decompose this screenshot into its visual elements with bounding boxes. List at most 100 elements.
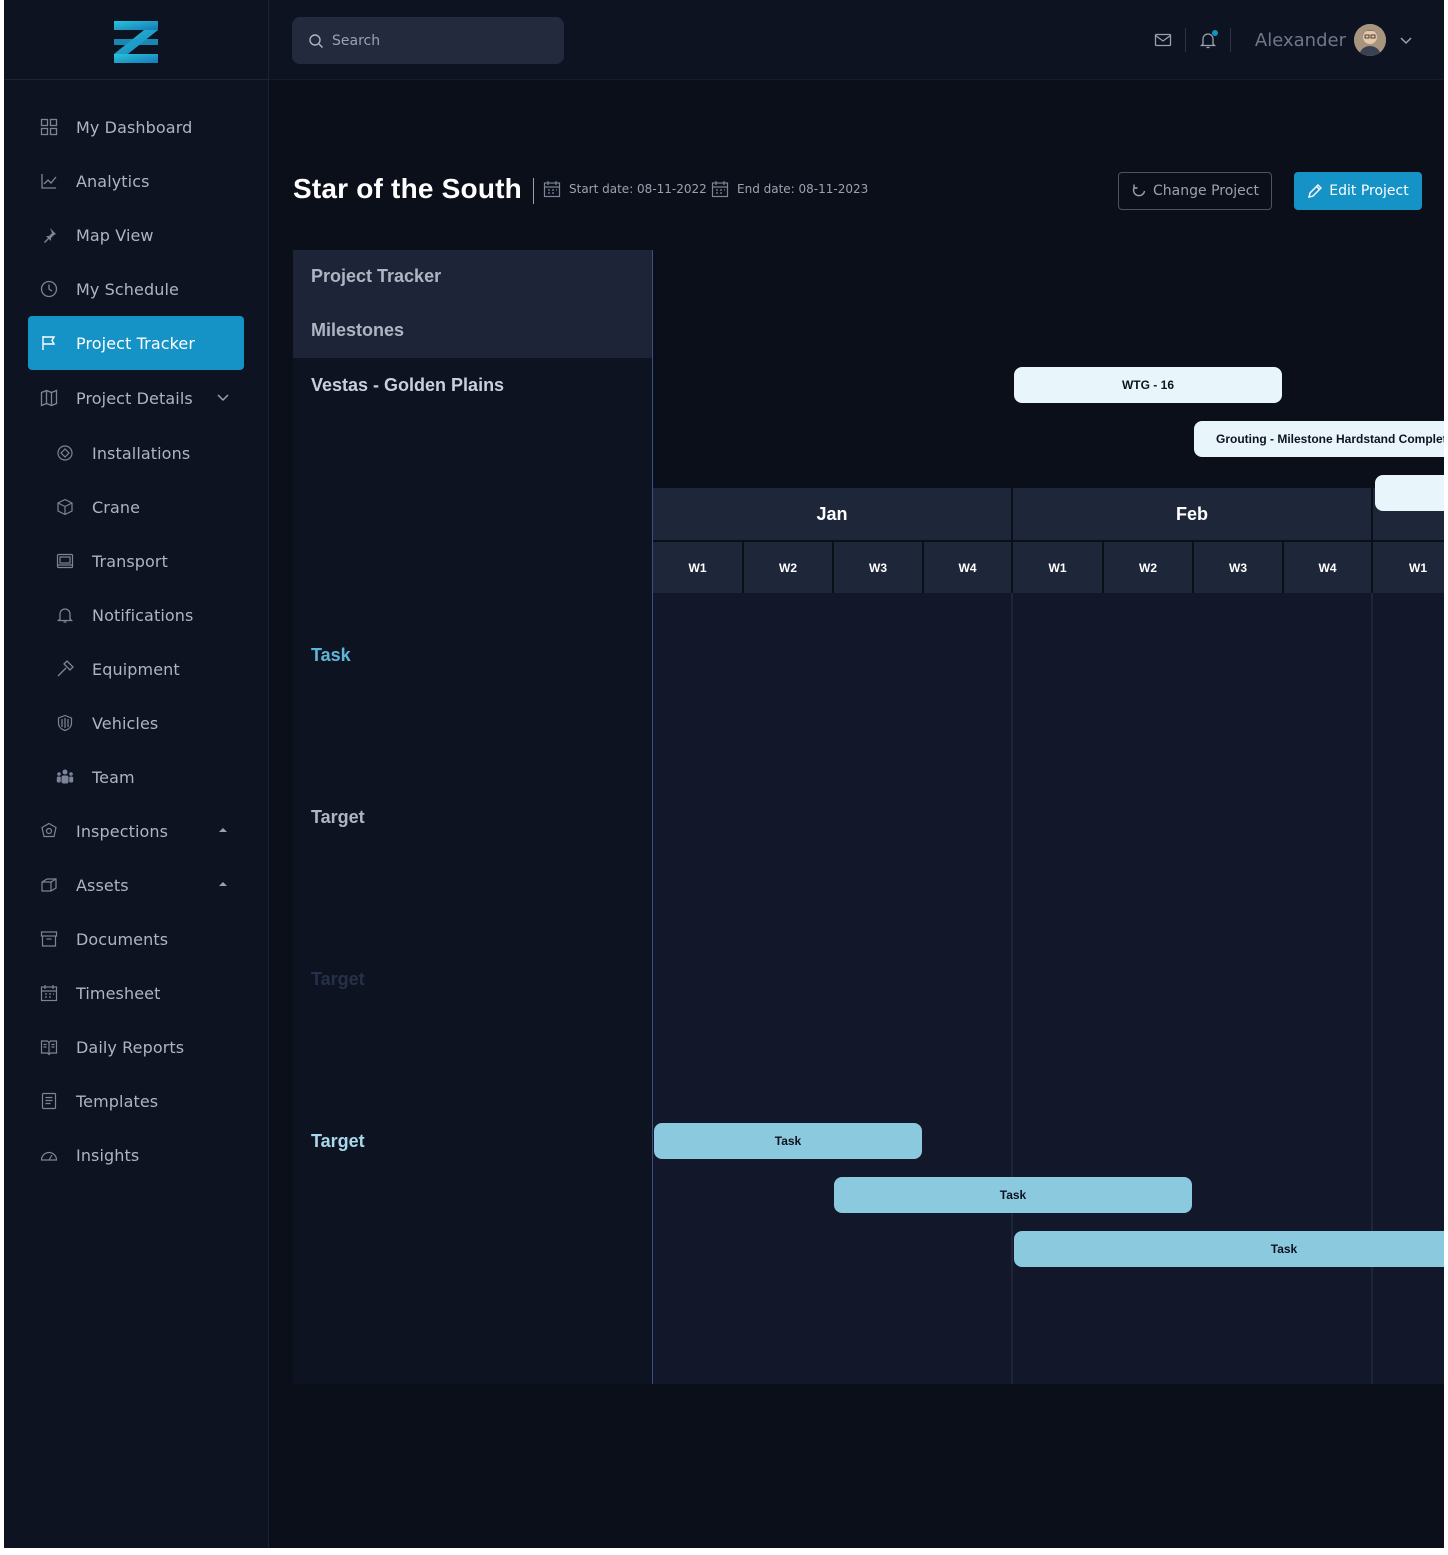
sidebar-item-templates[interactable]: Templates	[28, 1074, 244, 1128]
chevron-down-icon[interactable]	[216, 390, 230, 404]
month-header-row: Jan Feb	[653, 488, 1444, 540]
sidebar-item-my-schedule[interactable]: My Schedule	[28, 262, 244, 316]
sidebar-item-insights[interactable]: Insights	[28, 1128, 244, 1182]
sidebar-item-label: Project Details	[76, 388, 193, 408]
sidebar-item-map-view[interactable]: Map View	[28, 208, 244, 262]
chart-line-icon	[40, 172, 58, 190]
map-icon	[40, 389, 58, 407]
sidebar-item-label: Templates	[76, 1091, 159, 1111]
sidebar-item-crane[interactable]: Crane	[28, 480, 244, 534]
sidebar-item-label: Crane	[92, 497, 141, 517]
sidebar-item-installations[interactable]: Installations	[28, 426, 244, 480]
sidebar-item-project-details[interactable]: Project Details	[28, 371, 244, 425]
divider	[533, 178, 534, 204]
sidebar-item-label: Insights	[76, 1145, 140, 1165]
assets-icon	[40, 876, 58, 894]
end-date: End date: 08-11-2023	[711, 180, 868, 198]
grid-icon	[40, 118, 58, 136]
logo-area	[4, 0, 268, 80]
start-date: Start date: 08-11-2022	[543, 180, 707, 198]
logo[interactable]	[114, 21, 158, 63]
week-header: W1	[1013, 542, 1102, 593]
milestone-bar[interactable]: WTG - 16	[1014, 367, 1282, 403]
inspections-icon	[40, 822, 58, 840]
mail-icon[interactable]	[1153, 30, 1173, 50]
pencil-icon	[1308, 184, 1323, 198]
search-box[interactable]	[292, 17, 564, 64]
sidebar-item-daily-reports[interactable]: Daily Reports	[28, 1020, 244, 1074]
pin-icon	[40, 226, 58, 244]
milestones-label: Milestones	[311, 320, 405, 340]
row-label-vestas[interactable]: Vestas - Golden Plains	[311, 375, 504, 396]
transport-icon	[56, 552, 74, 570]
team-icon	[56, 768, 74, 786]
sidebar-item-my-dashboard[interactable]: My Dashboard	[28, 100, 244, 154]
week-header: W3	[834, 542, 922, 593]
sidebar-item-vehicles[interactable]: Vehicles	[28, 696, 244, 750]
book-icon	[40, 1038, 58, 1056]
chevron-up-icon[interactable]	[216, 823, 230, 837]
divider	[1229, 28, 1231, 52]
task-bar[interactable]: Task	[654, 1123, 922, 1159]
hammer-icon	[56, 660, 74, 678]
search-icon	[309, 33, 323, 48]
gantt-chart: Jan Feb W1 W2 W3 W4 W1 W2 W3 W4 W1 WTG -…	[652, 250, 1444, 1384]
sidebar-item-label: Daily Reports	[76, 1037, 185, 1057]
sidebar-item-notifications[interactable]: Notifications	[28, 588, 244, 642]
row-label-target[interactable]: Target	[311, 1131, 365, 1152]
chevron-up-icon[interactable]	[216, 877, 230, 891]
avatar[interactable]	[1354, 24, 1386, 56]
row-label-target[interactable]: Target	[311, 807, 365, 828]
sidebar-item-timesheet[interactable]: Timesheet	[28, 966, 244, 1020]
sidebar-item-label: Transport	[92, 551, 168, 571]
milestone-bar[interactable]: Grouting - Milestone Hardstand Complete	[1194, 421, 1444, 457]
gauge-icon	[40, 1146, 58, 1164]
bell-icon[interactable]	[1198, 30, 1218, 50]
edit-project-label: Edit Project	[1329, 183, 1409, 199]
topbar-actions: Alexander	[1153, 22, 1414, 58]
topbar: Alexander	[269, 0, 1444, 80]
task-bar[interactable]: Task	[1014, 1231, 1444, 1267]
tracker-header-title: Project Tracker	[311, 266, 442, 286]
search-input[interactable]	[332, 32, 552, 49]
week-header: W1	[1373, 542, 1444, 593]
row-label-target[interactable]: Target	[311, 969, 365, 990]
sidebar-item-label: Assets	[76, 875, 129, 895]
month-divider	[1011, 593, 1013, 1384]
document-icon	[40, 1092, 58, 1110]
milestone-bar[interactable]	[1375, 475, 1444, 511]
sidebar-item-label: Map View	[76, 225, 154, 245]
week-header: W3	[1194, 542, 1282, 593]
bell-icon	[56, 606, 74, 624]
clock-icon	[40, 280, 58, 298]
week-header: W4	[924, 542, 1011, 593]
sidebar-item-project-tracker[interactable]: Project Tracker	[28, 316, 244, 370]
chevron-down-icon[interactable]	[1398, 32, 1414, 48]
tracker-row-labels: Project Tracker Milestones Vestas - Gold…	[293, 250, 652, 1384]
sidebar-item-inspections[interactable]: Inspections	[28, 804, 244, 858]
sidebar-item-label: Equipment	[92, 659, 180, 679]
end-date-text: End date: 08-11-2023	[737, 182, 869, 196]
sidebar-item-documents[interactable]: Documents	[28, 912, 244, 966]
sidebar-item-analytics[interactable]: Analytics	[28, 154, 244, 208]
change-project-button[interactable]: Change Project	[1118, 172, 1272, 210]
edit-project-button[interactable]: Edit Project	[1294, 172, 1422, 210]
sidebar-item-label: Installations	[92, 443, 191, 463]
sidebar-item-label: Timesheet	[76, 983, 161, 1003]
sidebar-item-team[interactable]: Team	[28, 750, 244, 804]
flag-icon	[40, 334, 58, 352]
row-label-task[interactable]: Task	[311, 645, 351, 666]
sidebar-item-transport[interactable]: Transport	[28, 534, 244, 588]
task-bar[interactable]: Task	[834, 1177, 1192, 1213]
week-header: W2	[744, 542, 832, 593]
divider	[1184, 28, 1186, 52]
sidebar-item-assets[interactable]: Assets	[28, 858, 244, 912]
sidebar-item-label: Team	[92, 767, 135, 787]
sidebar-item-label: My Dashboard	[76, 117, 193, 137]
user-name[interactable]: Alexander	[1255, 30, 1346, 51]
app-window: My Dashboard Analytics Map View My Sched…	[4, 0, 1444, 1548]
sidebar-item-equipment[interactable]: Equipment	[28, 642, 244, 696]
week-header: W2	[1104, 542, 1192, 593]
sidebar-item-label: Analytics	[76, 171, 150, 191]
calendar-icon	[40, 984, 58, 1002]
